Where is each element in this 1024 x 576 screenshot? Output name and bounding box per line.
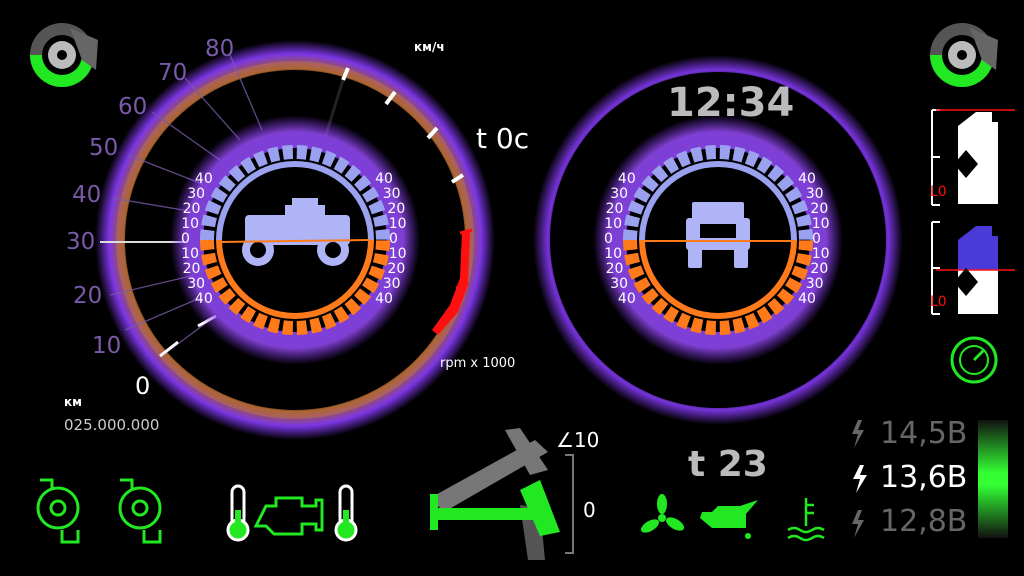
pitch-scale-l-6: 20 — [182, 261, 201, 277]
pitch-scale-l-3: 10 — [181, 216, 200, 232]
speed-label-20: 20 — [73, 283, 103, 309]
thermometer-right-icon — [334, 484, 358, 542]
engine-temp: t 0c — [476, 122, 530, 155]
roll-scale-r-5: 10 — [811, 246, 830, 262]
speed-label-50: 50 — [89, 135, 119, 161]
turbo-left-icon — [36, 478, 80, 544]
washer-low-marker: L0 — [930, 294, 947, 310]
thermometer-left-icon — [226, 484, 250, 542]
pitch-scale-r-4: 0 — [389, 231, 398, 247]
pitch-scale-r-5: 10 — [388, 246, 407, 262]
roll-scale-l-5: 10 — [604, 246, 623, 262]
gauge-icon — [950, 336, 998, 384]
brake-left-icon — [30, 23, 98, 87]
pitch-scale-r-0: 40 — [375, 171, 393, 187]
pitch-scale-r-3: 10 — [388, 216, 407, 232]
odometer-value: 025.000.000 — [64, 416, 160, 434]
pitch-scale-r-8: 40 — [375, 291, 393, 307]
outside-temp: t 23 — [688, 444, 768, 485]
fan-icon — [640, 494, 685, 533]
pitch-scale-l-1: 30 — [187, 186, 206, 202]
speed-label-80: 80 — [205, 36, 235, 62]
voltage-current: 13,6В — [880, 460, 968, 495]
pitch-scale-l-8: 40 — [194, 291, 213, 307]
roll-scale-r-6: 20 — [810, 261, 829, 277]
coolant-icon — [787, 498, 825, 542]
check-engine-icon — [253, 496, 324, 536]
pitch-scale-r-1: 30 — [382, 186, 401, 202]
odometer-unit: км — [64, 395, 82, 409]
roll-scale-r-8: 40 — [798, 291, 816, 307]
tilt-gauge — [430, 428, 574, 560]
oil-icon — [700, 500, 758, 539]
coolant-low-marker: L0 — [930, 184, 947, 200]
speed-unit: км/ч — [414, 40, 445, 54]
dashboard-graphics — [30, 23, 1015, 560]
rpm-label: rpm x 1000 — [440, 356, 516, 371]
roll-scale-r-1: 30 — [805, 186, 824, 202]
roll-scale-l-1: 30 — [610, 186, 629, 202]
voltage-low: 12,8В — [880, 504, 968, 539]
lightning-active-icon — [853, 465, 867, 493]
pitch-scale-l-0: 40 — [194, 171, 213, 187]
pitch-scale-r-6: 20 — [387, 261, 406, 277]
roll-scale-l-6: 20 — [605, 261, 624, 277]
voltage-bar — [978, 420, 1008, 538]
roll-scale-l-2: 20 — [605, 201, 624, 217]
speed-label-0: 0 — [135, 372, 151, 400]
clock: 12:34 — [667, 80, 795, 126]
speedometer — [95, 40, 495, 440]
speed-label-60: 60 — [118, 94, 148, 120]
tilt-zero-label: 0 — [583, 498, 596, 522]
speed-label-40: 40 — [72, 182, 102, 208]
pitch-scale-r-2: 20 — [387, 201, 406, 217]
roll-scale-r-2: 20 — [810, 201, 829, 217]
roll-scale-l-8: 40 — [617, 291, 636, 307]
pitch-scale-r-7: 30 — [382, 276, 401, 292]
roll-scale-r-7: 30 — [805, 276, 824, 292]
pitch-scale-l-4: 0 — [181, 231, 190, 247]
roll-scale-l-3: 10 — [604, 216, 623, 232]
pitch-scale-l-7: 30 — [187, 276, 206, 292]
speed-label-30: 30 — [66, 229, 96, 255]
pitch-scale-l-2: 20 — [182, 201, 201, 217]
roll-scale-l-4: 0 — [604, 231, 613, 247]
roll-scale-r-0: 40 — [798, 171, 816, 187]
roll-scale-r-4: 0 — [812, 231, 821, 247]
brake-right-icon — [930, 23, 998, 87]
voltage-high: 14,5В — [880, 416, 968, 451]
roll-scale-l-0: 40 — [617, 171, 636, 187]
speed-label-10: 10 — [92, 333, 122, 359]
pitch-scale-l-5: 10 — [181, 246, 200, 262]
turbo-right-icon — [118, 478, 162, 544]
tilt-max-label: ∠10 — [556, 428, 600, 452]
roll-scale-l-7: 30 — [610, 276, 629, 292]
speed-label-70: 70 — [158, 60, 188, 86]
roll-scale-r-3: 10 — [811, 216, 830, 232]
